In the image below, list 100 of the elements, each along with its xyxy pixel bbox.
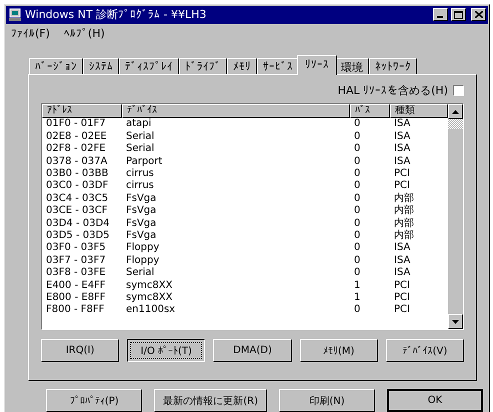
- table-cell-text: PCI: [393, 180, 411, 192]
- tab[interactable]: ﾃﾞｨｽﾌﾟﾚｲ: [119, 58, 179, 76]
- table-cell-text: cirrus: [125, 180, 155, 193]
- column-header[interactable]: ﾃﾞﾊﾞｲｽ: [122, 104, 350, 118]
- table-cell-text: E400 - E4FF: [45, 280, 107, 292]
- resource-button[interactable]: ﾃﾞﾊﾞｲｽ(V): [386, 339, 464, 362]
- tab[interactable]: ｻｰﾋﾞｽ: [257, 58, 299, 76]
- table-cell-text: PCI: [393, 168, 411, 180]
- table-cell-text: 0: [353, 192, 362, 206]
- table-cell-text: 1: [353, 280, 362, 292]
- table-cell-text: FsVga: [125, 192, 158, 206]
- checkbox[interactable]: [453, 84, 464, 96]
- table-cell-text: 03C4 - 03C5: [45, 192, 110, 206]
- table-cell-text: ISA: [393, 254, 412, 268]
- table-cell-text: atapi: [125, 118, 152, 131]
- table-cell-text: 0: [353, 143, 362, 156]
- dialog-button[interactable]: 最新の情報に更新(R): [154, 389, 267, 412]
- maximize-button[interactable]: [451, 8, 466, 22]
- resource-button[interactable]: ﾒﾓﾘ(M): [300, 339, 378, 362]
- table-cell-text: cirrus: [125, 168, 155, 180]
- scroll-down-button[interactable]: [448, 314, 463, 330]
- table-cell-text: 03D5 - 03D5: [45, 230, 111, 242]
- scroll-down-icon: [452, 320, 459, 324]
- tab[interactable]: ｼｽﾃﾑ: [83, 58, 119, 76]
- table-cell-text: 内部: [393, 230, 415, 242]
- computer-icon: [8, 8, 22, 22]
- table-cell-text: FsVga: [125, 218, 158, 230]
- dialog-button[interactable]: ﾌﾟﾛﾊﾟﾃｨ(P): [46, 389, 142, 412]
- table-cell-text: 0: [353, 304, 362, 317]
- tab[interactable]: ﾈｯﾄﾜｰｸ: [369, 58, 417, 76]
- tab[interactable]: ﾘｿｰｽ: [297, 55, 337, 76]
- menu-item[interactable]: ﾍﾙﾌﾟ(H): [64, 27, 105, 40]
- table-cell-text: 0: [353, 205, 362, 218]
- table-cell-text: 03D4 - 03D4: [45, 218, 111, 230]
- table-cell-text: 0: [353, 254, 362, 268]
- table-cell-text: ISA: [393, 118, 412, 131]
- window-title: Windows NT 診断ﾌﾟﾛｸﾞﾗﾑ - ¥¥LH3: [25, 7, 208, 22]
- table-cell-text: Serial: [125, 267, 156, 280]
- close-button[interactable]: [471, 8, 486, 22]
- table-cell-text: Serial: [125, 130, 156, 143]
- table-cell-text: 0: [353, 218, 362, 230]
- table-cell-text: 03B0 - 03BB: [45, 168, 110, 180]
- table-cell-text: 0378 - 037A: [45, 156, 108, 168]
- table-cell-text: 0: [353, 156, 362, 168]
- table-cell-text: 内部: [393, 192, 415, 204]
- menu-item[interactable]: ﾌｧｲﾙ(F): [11, 27, 50, 40]
- dialog-button[interactable]: OK: [387, 389, 483, 412]
- table-cell-text: Floppy: [125, 254, 160, 267]
- table-cell-text: 03F8 - 03FE: [45, 267, 107, 280]
- table-cell-text: 0: [353, 118, 362, 131]
- table-cell-text: 01F0 - 01F7: [45, 118, 107, 131]
- column-header[interactable]: ｱﾄﾞﾚｽ: [42, 104, 122, 118]
- maximize-icon: [454, 10, 463, 19]
- table-cell-text: PCI: [393, 292, 411, 304]
- tab[interactable]: ﾒﾓﾘ: [227, 58, 257, 76]
- table-cell-text: ISA: [393, 143, 412, 156]
- resource-button[interactable]: DMA(D): [213, 339, 292, 362]
- table-cell-text: 0: [353, 230, 362, 242]
- dialog-button[interactable]: 印刷(N): [279, 389, 375, 412]
- table-cell-text: E800 - E8FF: [45, 292, 107, 304]
- table-cell-text: 内部: [393, 218, 415, 230]
- table-cell-text: symc8XX: [125, 280, 174, 292]
- resource-button[interactable]: IRQ(I): [41, 339, 120, 362]
- table-cell-text: 0: [353, 242, 362, 255]
- table-cell-text: 内部: [393, 205, 415, 218]
- table-cell-text: PCI: [393, 304, 411, 317]
- table-cell-text: 0: [353, 267, 362, 280]
- table-cell-text: 03F0 - 03F5: [45, 242, 107, 255]
- table-cell-text: 02F8 - 02FE: [45, 143, 107, 156]
- checkbox-label: HAL ﾘｿｰｽを含める(H): [338, 82, 448, 98]
- table-cell-text: 0: [353, 180, 362, 193]
- table-cell-text: Floppy: [125, 242, 160, 255]
- tab[interactable]: ﾄﾞﾗｲﾌﾞ: [179, 58, 227, 76]
- tab[interactable]: ﾊﾞｰｼﾞｮﾝ: [29, 58, 83, 76]
- table-cell-text: 03CE - 03CF: [45, 205, 108, 218]
- table-cell-text: PCI: [393, 280, 411, 292]
- scroll-up-icon: [452, 110, 459, 114]
- table-cell-text: ISA: [393, 156, 412, 168]
- close-icon: [474, 11, 482, 18]
- table-cell-text: en1100sx: [125, 304, 176, 317]
- table-cell-text: symc8XX: [125, 292, 174, 304]
- table-cell-text: 03F7 - 03F7: [45, 254, 107, 268]
- table-cell-text: ISA: [393, 130, 412, 144]
- table-cell-text: 03C0 - 03DF: [45, 180, 110, 193]
- table-cell-text: 0: [353, 130, 362, 144]
- table-cell-text: 02E8 - 02EE: [45, 130, 108, 144]
- scroll-up-button[interactable]: [448, 104, 463, 120]
- resource-button[interactable]: I/O ﾎﾟｰﾄ(T): [127, 339, 206, 362]
- table-cell-text: FsVga: [125, 230, 158, 242]
- table-cell-text: ISA: [393, 242, 412, 255]
- column-header[interactable]: 種類: [390, 104, 448, 118]
- table-cell-text: 1: [353, 292, 362, 304]
- table-cell-text: FsVga: [125, 205, 158, 218]
- minimize-button[interactable]: [433, 8, 448, 22]
- table-cell-text: 0: [353, 168, 362, 180]
- table-cell-text: Parport: [125, 156, 164, 168]
- table-cell-text: F800 - F8FF: [45, 304, 106, 317]
- table-cell-text: Serial: [125, 143, 156, 156]
- column-header[interactable]: ﾊﾞｽ: [350, 104, 390, 118]
- table-cell-text: ISA: [393, 267, 412, 280]
